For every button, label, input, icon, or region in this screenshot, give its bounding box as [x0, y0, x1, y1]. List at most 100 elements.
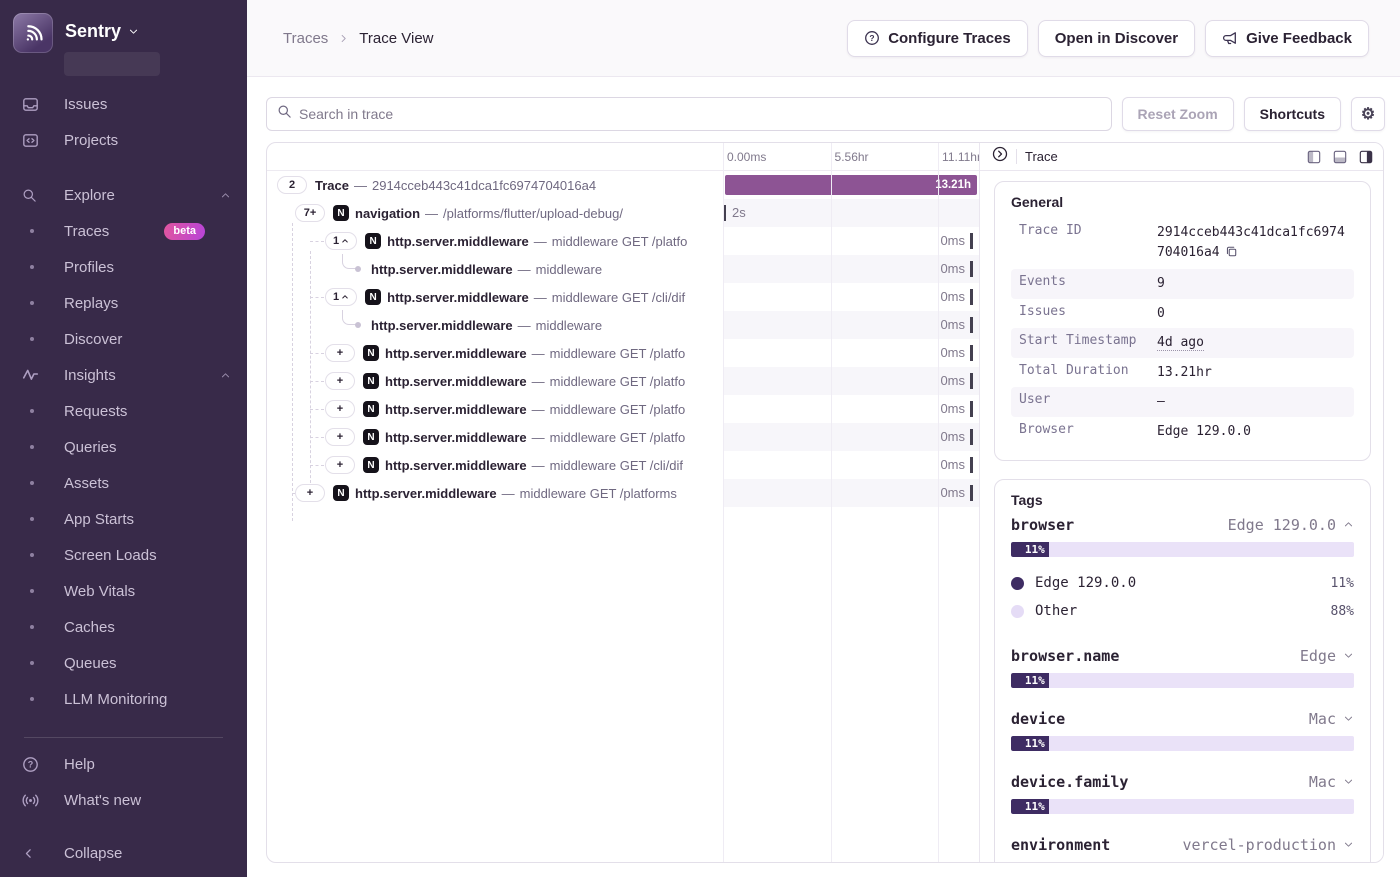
sidebar-item-help[interactable]: ?Help: [0, 746, 247, 782]
search-icon: [277, 104, 292, 124]
expand-toggle-pill[interactable]: +: [325, 372, 355, 390]
trace-tree-row[interactable]: +Nhttp.server.middleware—middleware GET …: [267, 395, 723, 423]
search-input[interactable]: [299, 106, 1101, 122]
trace-tree-row[interactable]: http.server.middleware—middleware: [267, 311, 723, 339]
expand-toggle-pill[interactable]: +: [325, 344, 355, 362]
sidebar-item-app-starts[interactable]: App Starts: [0, 501, 247, 537]
org-switcher[interactable]: Sentry: [0, 0, 247, 84]
copy-icon[interactable]: [1225, 245, 1238, 265]
sidebar-item-explore[interactable]: Explore: [0, 177, 247, 213]
legend-swatch: [1011, 577, 1024, 590]
timeline-row[interactable]: 13.21h: [723, 171, 979, 199]
tag-header[interactable]: deviceMac: [1011, 710, 1354, 728]
trace-tree-row[interactable]: +Nhttp.server.middleware—middleware GET …: [267, 479, 723, 507]
open-in-discover-button[interactable]: Open in Discover: [1038, 20, 1195, 57]
breadcrumb-current: Trace View: [359, 30, 433, 47]
sidebar-item-profiles[interactable]: Profiles: [0, 249, 247, 285]
sidebar-item-whats-new[interactable]: What's new: [0, 782, 247, 818]
expand-toggle-pill[interactable]: +: [325, 428, 355, 446]
timeline-row[interactable]: 0ms: [723, 479, 979, 507]
sidebar-item-requests[interactable]: Requests: [0, 393, 247, 429]
sidebar-item-web-vitals[interactable]: Web Vitals: [0, 573, 247, 609]
reset-zoom-button[interactable]: Reset Zoom: [1122, 97, 1234, 131]
sidebar-item-label: Discover: [64, 331, 122, 348]
configure-traces-button[interactable]: ?Configure Traces: [847, 20, 1028, 57]
expand-toggle-pill[interactable]: 2: [277, 176, 307, 194]
timeline-row[interactable]: 0ms: [723, 423, 979, 451]
sidebar-item-insights[interactable]: Insights: [0, 357, 247, 393]
expand-toggle-pill[interactable]: +: [325, 456, 355, 474]
expand-toggle-pill[interactable]: +: [295, 484, 325, 502]
sidebar: Sentry Issues Projects ExploreTracesbetaPr…: [0, 0, 247, 877]
layout-left-icon[interactable]: [1307, 150, 1321, 164]
tree-connector: [310, 437, 324, 438]
tag-item: deviceMac 11%: [1011, 710, 1354, 751]
broadcast-icon: [22, 792, 64, 809]
timeline-row[interactable]: 0ms: [723, 255, 979, 283]
trace-tree-row[interactable]: 1Nhttp.server.middleware—middleware GET …: [267, 283, 723, 311]
chevron-down-icon: [1343, 836, 1354, 854]
sidebar-item-caches[interactable]: Caches: [0, 609, 247, 645]
layout-right-icon[interactable]: [1359, 150, 1373, 164]
chevron-up-icon: [220, 370, 231, 381]
sidebar-item-issues[interactable]: Issues: [0, 86, 247, 122]
timeline-row[interactable]: 0ms: [723, 451, 979, 479]
timeline-row[interactable]: 0ms: [723, 311, 979, 339]
tag-header[interactable]: browser.nameEdge: [1011, 647, 1354, 665]
span-description: middleware GET /platforms: [520, 486, 677, 501]
sidebar-item-label: Assets: [64, 475, 109, 492]
sidebar-item-queues[interactable]: Queues: [0, 645, 247, 681]
general-row: Total Duration13.21hr: [1011, 358, 1354, 388]
chevron-up-icon: [341, 237, 349, 245]
spacer: [0, 158, 247, 177]
breadcrumb-traces-link[interactable]: Traces: [283, 30, 328, 47]
expand-toggle-pill[interactable]: 1: [325, 232, 357, 250]
trace-tree-row[interactable]: 2Trace—2914cceb443c41dca1fc6974704016a4: [267, 171, 723, 199]
span-bar: [970, 429, 973, 445]
trace-tree-row[interactable]: +Nhttp.server.middleware—middleware GET …: [267, 367, 723, 395]
sidebar-item-projects[interactable]: Projects: [0, 122, 247, 158]
tag-header[interactable]: environmentvercel-production: [1011, 836, 1354, 854]
tag-distribution-bar: 11%: [1011, 736, 1354, 751]
timeline-row[interactable]: 0ms: [723, 339, 979, 367]
sidebar-item-label: Projects: [64, 132, 118, 149]
trace-tree-row[interactable]: +Nhttp.server.middleware—middleware GET …: [267, 339, 723, 367]
trace-tree-row[interactable]: 1Nhttp.server.middleware—middleware GET …: [267, 227, 723, 255]
sidebar-item-assets[interactable]: Assets: [0, 465, 247, 501]
timeline-row[interactable]: 0ms: [723, 395, 979, 423]
general-row-label: Browser: [1019, 422, 1157, 442]
sidebar-item-queries[interactable]: Queries: [0, 429, 247, 465]
layout-bottom-icon[interactable]: [1333, 150, 1347, 164]
expand-toggle-pill[interactable]: 7+: [295, 204, 325, 222]
timeline-row[interactable]: 0ms: [723, 283, 979, 311]
shortcuts-button[interactable]: Shortcuts: [1244, 97, 1341, 131]
tag-header[interactable]: device.familyMac: [1011, 773, 1354, 791]
tree-connector: [310, 251, 311, 493]
trace-tree-row[interactable]: +Nhttp.server.middleware—middleware GET …: [267, 423, 723, 451]
tag-header[interactable]: browserEdge 129.0.0: [1011, 516, 1354, 534]
tag-key: device: [1011, 710, 1065, 728]
timeline-row[interactable]: 0ms: [723, 227, 979, 255]
sidebar-item-llm-monitoring[interactable]: LLM Monitoring: [0, 681, 247, 717]
trace-tree-row[interactable]: http.server.middleware—middleware: [267, 255, 723, 283]
span-description: middleware: [536, 318, 602, 333]
bullet-icon: [22, 625, 64, 629]
sidebar-item-discover[interactable]: Discover: [0, 321, 247, 357]
settings-button[interactable]: ⚙: [1351, 97, 1385, 131]
expand-toggle-pill[interactable]: +: [325, 400, 355, 418]
timeline-row[interactable]: 0ms: [723, 367, 979, 395]
sidebar-item-replays[interactable]: Replays: [0, 285, 247, 321]
trace-tree-row[interactable]: +Nhttp.server.middleware—middleware GET …: [267, 451, 723, 479]
give-feedback-button[interactable]: Give Feedback: [1205, 20, 1369, 57]
sidebar-item-screen-loads[interactable]: Screen Loads: [0, 537, 247, 573]
expand-toggle-pill[interactable]: 1: [325, 288, 357, 306]
duration-label: 0ms: [940, 317, 965, 332]
sidebar-collapse-button[interactable]: Collapse: [0, 835, 247, 871]
sidebar-item-traces[interactable]: Tracesbeta: [0, 213, 247, 249]
chevron-right-circle-icon[interactable]: [992, 146, 1008, 167]
trace-timeline-pane: 0.00ms5.56hr11.11hr 13.21h2s0ms0ms0ms0ms…: [723, 143, 979, 862]
tag-item: device.familyMac11%: [1011, 773, 1354, 814]
trace-tree-row[interactable]: 7+Nnavigation—/platforms/flutter/upload-…: [267, 199, 723, 227]
header-actions: ?Configure Traces Open in Discover Give Fe…: [847, 20, 1369, 57]
timeline-row[interactable]: 2s: [723, 199, 979, 227]
